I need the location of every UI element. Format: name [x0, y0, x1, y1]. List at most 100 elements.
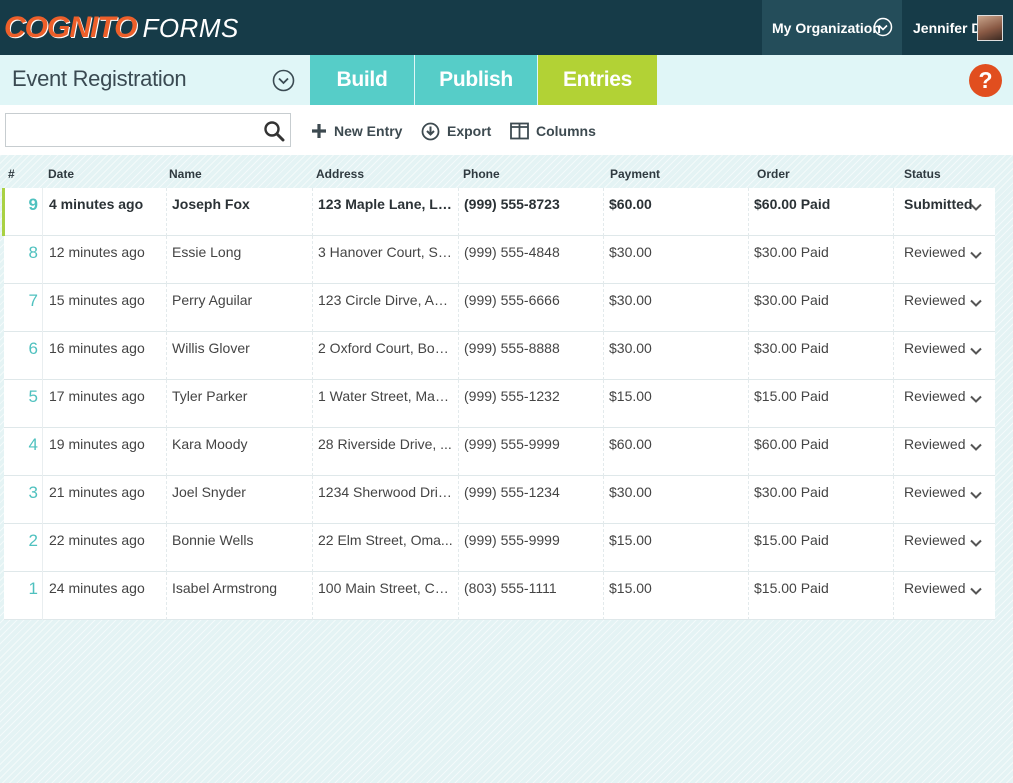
entry-date: 17 minutes ago — [44, 380, 167, 428]
entry-number: 6 — [4, 332, 43, 380]
avatar[interactable] — [977, 15, 1003, 41]
organization-name: My Organization — [772, 19, 881, 36]
entry-phone: (999) 555-8723 — [459, 188, 604, 236]
search-box — [5, 113, 291, 147]
table-row[interactable]: 9 4 minutes ago Joseph Fox 123 Maple Lan… — [2, 188, 995, 236]
entry-payment: $30.00 — [604, 236, 749, 284]
table-header: # Date Name Address Phone Payment Order … — [0, 162, 995, 188]
entry-phone: (999) 555-4848 — [459, 236, 604, 284]
table-row[interactable]: 2 22 minutes ago Bonnie Wells 22 Elm Str… — [4, 524, 995, 572]
column-header-address[interactable]: Address — [316, 167, 364, 181]
entry-address: 123 Maple Lane, Lo... — [313, 188, 459, 236]
table-row[interactable]: 3 21 minutes ago Joel Snyder 1234 Sherwo… — [4, 476, 995, 524]
column-header-date[interactable]: Date — [48, 167, 74, 181]
entry-payment: $15.00 — [604, 380, 749, 428]
entry-name: Joseph Fox — [167, 188, 313, 236]
entry-payment: $15.00 — [604, 524, 749, 572]
form-bar: Event Registration Build Publish Entries… — [0, 55, 1013, 105]
chevron-down-icon[interactable] — [969, 296, 983, 310]
chevron-down-icon[interactable] — [969, 392, 983, 406]
help-icon[interactable]: ? — [969, 64, 1002, 97]
entry-number: 1 — [4, 572, 43, 620]
entry-number: 5 — [4, 380, 43, 428]
entry-date: 4 minutes ago — [44, 188, 167, 236]
entry-date: 12 minutes ago — [44, 236, 167, 284]
entry-order: $30.00 Paid — [749, 236, 894, 284]
column-header-status[interactable]: Status — [904, 167, 941, 181]
entry-name: Kara Moody — [167, 428, 313, 476]
entry-date: 16 minutes ago — [44, 332, 167, 380]
entry-order: $15.00 Paid — [749, 572, 894, 620]
column-header-phone[interactable]: Phone — [463, 167, 500, 181]
entry-phone: (999) 555-9999 — [459, 524, 604, 572]
entry-payment: $30.00 — [604, 332, 749, 380]
tab-publish[interactable]: Publish — [415, 55, 537, 105]
chevron-down-icon[interactable] — [969, 488, 983, 502]
table-row[interactable]: 4 19 minutes ago Kara Moody 28 Riverside… — [4, 428, 995, 476]
entry-date: 22 minutes ago — [44, 524, 167, 572]
app-logo[interactable]: COGNITO FORMS — [4, 10, 239, 46]
export-button[interactable]: Export — [421, 120, 491, 142]
logo-word: COGNITO — [4, 11, 137, 44]
entry-name: Tyler Parker — [167, 380, 313, 428]
entry-number: 8 — [4, 236, 43, 284]
entry-number: 9 — [4, 188, 43, 236]
columns-button[interactable]: Columns — [510, 120, 596, 142]
chevron-down-icon[interactable] — [969, 248, 983, 262]
export-label: Export — [447, 123, 492, 139]
download-circle-icon — [421, 122, 440, 140]
entry-order: $15.00 Paid — [749, 380, 894, 428]
chevron-down-icon[interactable] — [969, 584, 983, 598]
new-entry-button[interactable]: New Entry — [311, 120, 402, 142]
column-header-name[interactable]: Name — [169, 167, 202, 181]
entry-address: 22 Elm Street, Oma... — [313, 524, 459, 572]
chevron-down-icon[interactable] — [969, 440, 983, 454]
chevron-down-icon[interactable] — [969, 536, 983, 550]
entry-number: 3 — [4, 476, 43, 524]
entry-order: $30.00 Paid — [749, 476, 894, 524]
column-header-number[interactable]: # — [8, 167, 15, 181]
chevron-down-icon[interactable] — [969, 344, 983, 358]
columns-icon — [510, 122, 529, 140]
entry-payment: $60.00 — [604, 428, 749, 476]
table-row[interactable]: 1 24 minutes ago Isabel Armstrong 100 Ma… — [4, 572, 995, 620]
tab-build[interactable]: Build — [310, 55, 414, 105]
search-icon[interactable] — [263, 120, 285, 142]
entry-name: Willis Glover — [167, 332, 313, 380]
entry-order: $60.00 Paid — [749, 188, 894, 236]
entry-order: $15.00 Paid — [749, 524, 894, 572]
entry-address: 1 Water Street, Madi... — [313, 380, 459, 428]
entry-date: 19 minutes ago — [44, 428, 167, 476]
table-row[interactable]: 8 12 minutes ago Essie Long 3 Hanover Co… — [4, 236, 995, 284]
column-header-order[interactable]: Order — [757, 167, 790, 181]
table-row[interactable]: 7 15 minutes ago Perry Aguilar 123 Circl… — [4, 284, 995, 332]
organization-menu[interactable]: My Organization — [762, 0, 902, 55]
entry-payment: $30.00 — [604, 284, 749, 332]
search-input[interactable] — [6, 114, 256, 146]
user-name: Jennifer D — [913, 19, 982, 36]
columns-label: Columns — [536, 123, 596, 139]
scrollbar[interactable] — [995, 155, 1013, 783]
tab-entries[interactable]: Entries — [538, 55, 657, 105]
plus-icon — [312, 124, 326, 138]
table-row[interactable]: 5 17 minutes ago Tyler Parker 1 Water St… — [4, 380, 995, 428]
entry-phone: (999) 555-1232 — [459, 380, 604, 428]
form-title: Event Registration — [12, 66, 187, 91]
entry-name: Isabel Armstrong — [167, 572, 313, 620]
entry-address: 123 Circle Dirve, An... — [313, 284, 459, 332]
entry-date: 24 minutes ago — [44, 572, 167, 620]
entry-address: 2 Oxford Court, Bost... — [313, 332, 459, 380]
top-bar: COGNITO FORMS My Organization Jennifer D — [0, 0, 1013, 55]
entries-table: 9 4 minutes ago Joseph Fox 123 Maple Lan… — [2, 188, 995, 620]
chevron-down-icon[interactable] — [969, 200, 983, 214]
table-row[interactable]: 6 16 minutes ago Willis Glover 2 Oxford … — [4, 332, 995, 380]
entry-phone: (999) 555-9999 — [459, 428, 604, 476]
entry-number: 4 — [4, 428, 43, 476]
chevron-down-circle-icon[interactable] — [272, 69, 295, 92]
entry-payment: $15.00 — [604, 572, 749, 620]
entry-name: Perry Aguilar — [167, 284, 313, 332]
entry-phone: (999) 555-6666 — [459, 284, 604, 332]
entry-payment: $30.00 — [604, 476, 749, 524]
column-header-payment[interactable]: Payment — [610, 167, 660, 181]
entry-order: $30.00 Paid — [749, 284, 894, 332]
